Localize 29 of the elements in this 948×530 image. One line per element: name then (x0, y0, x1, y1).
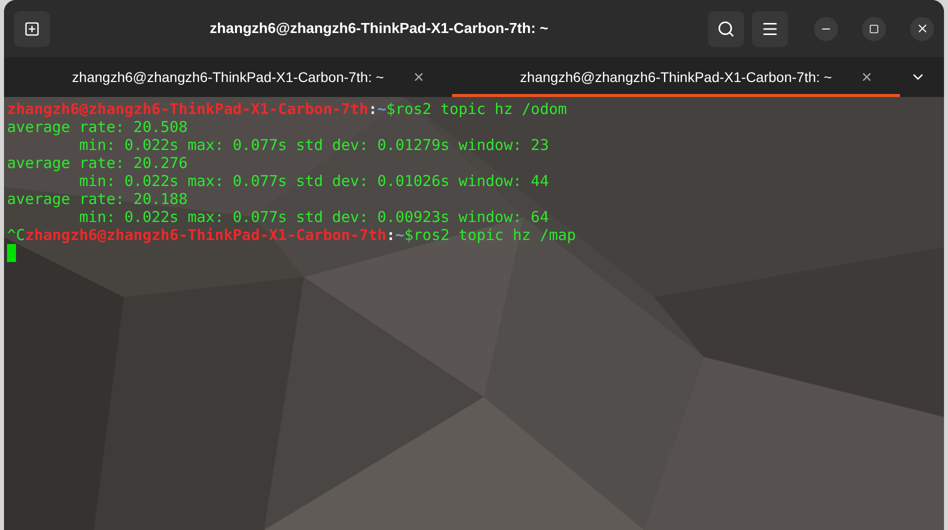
terminal-text: average rate: 20.188 (7, 190, 188, 208)
terminal-text: $ros2 topic hz /map (404, 226, 576, 244)
terminal-text: ^C (7, 226, 26, 244)
search-icon (717, 20, 735, 38)
prompt-separator: : (386, 226, 396, 244)
terminal-text: min: 0.022s max: 0.077s std dev: 0.01279s window: 23 (78, 136, 549, 154)
terminal-text: min: 0.022s max: 0.077s std dev: 0.00923s window: 64 (78, 208, 549, 226)
menu-button[interactable] (752, 10, 788, 46)
terminal-text: average rate: 20.508 (7, 118, 188, 136)
search-button[interactable] (708, 10, 744, 46)
prompt-path: ~ (395, 226, 404, 244)
close-icon (916, 22, 928, 35)
terminal-text: average rate: 20.276 (7, 154, 188, 172)
terminal-tab[interactable]: zhangzh6@zhangzh6-ThinkPad-X1-Carbon-7th: ~ × (4, 57, 452, 97)
terminal-text: min: 0.022s max: 0.077s std dev: 0.01026s window: 44 (78, 172, 549, 190)
tab-close-button[interactable]: × (857, 66, 876, 88)
maximize-icon (869, 24, 879, 34)
text-cursor (7, 244, 16, 262)
new-tab-button[interactable] (14, 10, 50, 46)
terminal-text: $ros2 topic hz /odom (386, 100, 567, 118)
prompt-user: zhangzh6@zhangzh6-ThinkPad-X1-Carbon-7th (7, 100, 368, 118)
prompt-user: zhangzh6@zhangzh6-ThinkPad-X1-Carbon-7th (25, 226, 386, 244)
tab-close-button[interactable]: × (409, 66, 428, 88)
prompt-path: ~ (377, 100, 386, 118)
prompt-separator: : (368, 100, 378, 118)
new-tab-icon (24, 20, 40, 36)
maximize-button[interactable] (862, 16, 886, 40)
window-title: zhangzh6@zhangzh6-ThinkPad-X1-Carbon-7th: ~ (208, 20, 550, 36)
close-button[interactable] (910, 16, 934, 40)
